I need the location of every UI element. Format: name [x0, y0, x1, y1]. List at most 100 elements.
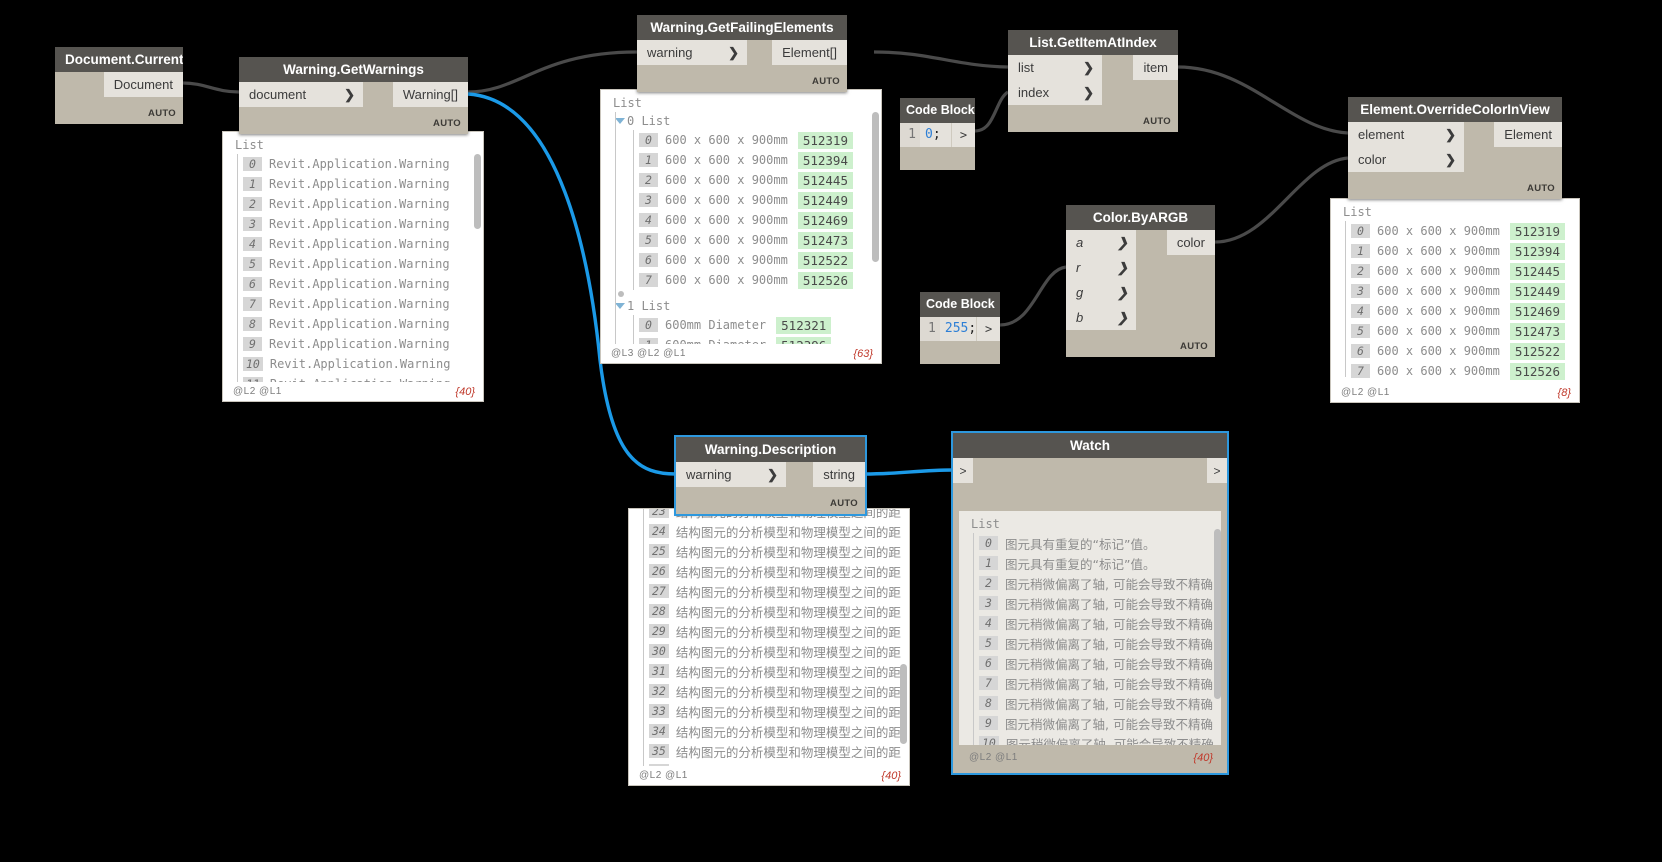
preview-tree: 0 List 0 600 x 600 x 900mm 512319 1 600 x 600… — [613, 112, 881, 344]
input-port-g[interactable]: g ❯ — [1066, 280, 1136, 305]
output-port-string[interactable]: string — [813, 462, 865, 487]
port-row: warning ❯ string — [676, 462, 865, 487]
node-color-byargb[interactable]: Color.ByARGB a ❯ color r ❯ g ❯ b ❯ AUTO — [1066, 205, 1215, 357]
input-port-element[interactable]: element ❯ — [1348, 122, 1464, 147]
watch-preview-panel[interactable]: List 0 图元具有重复的“标记”值。 1 图元具有重复的“标记”值。 2 图元稍微偏离… — [959, 511, 1221, 745]
wire-getwarnings-to-getfailingelements — [467, 50, 638, 94]
preview-scrollbar[interactable] — [1214, 529, 1221, 699]
element-id-badge: 512396 — [776, 336, 832, 344]
output-port-element[interactable]: Element — [1494, 122, 1562, 147]
node-code-block-index[interactable]: Code Block 1 0; > — [900, 98, 975, 170]
port-row: document ❯ Warning[] — [239, 82, 468, 107]
output-port-document[interactable]: Document — [103, 72, 183, 97]
node-list-getitematindex[interactable]: List.GetItemAtIndex list ❯ item index ❯ … — [1008, 30, 1178, 132]
node-warning-getwarnings[interactable]: Warning.GetWarnings document ❯ Warning[]… — [239, 57, 468, 134]
list-item-value: 图元稍微偏离了轴, 可能会导致不精确 — [1005, 656, 1213, 672]
node-title: Color.ByARGB — [1066, 205, 1215, 230]
list-item: 8 Revit.Application.Warning — [243, 314, 483, 334]
input-port-b[interactable]: b ❯ — [1066, 305, 1136, 330]
preview-scroll-area[interactable]: 23 结构图元的分析模型和物理模型之间的距 24 结构图元的分析模型和物理模型之间的距… — [629, 509, 909, 766]
preview-scroll-area[interactable]: List 0 600 x 600 x 900mm 512319 1 600 x 600 … — [1331, 199, 1579, 383]
list-item: 2 Revit.Application.Warning — [243, 194, 483, 214]
preview-scroll-area[interactable]: List 0 List 0 600 x 600 x 900mm 512319 1 600 … — [601, 90, 881, 344]
input-port-list[interactable]: list ❯ — [1008, 55, 1102, 80]
list-item-index: 2 — [639, 173, 658, 187]
input-port-color[interactable]: color ❯ — [1348, 147, 1464, 172]
chevron-down-icon[interactable] — [615, 118, 625, 124]
input-port-r[interactable]: r ❯ — [1066, 255, 1136, 280]
input-port-index[interactable]: index ❯ — [1008, 80, 1102, 105]
input-port-document[interactable]: document ❯ — [239, 82, 363, 107]
input-port-warning[interactable]: warning ❯ — [676, 462, 786, 487]
output-port-marker[interactable]: > — [976, 317, 1000, 341]
node-title: Watch — [953, 433, 1227, 458]
list-item-value: 结构图元的分析模型和物理模型之间的距 — [675, 724, 901, 740]
output-port-element-array[interactable]: Element[] — [772, 40, 847, 65]
input-port-a[interactable]: a ❯ — [1066, 230, 1136, 255]
dynamo-canvas[interactable]: Document.Current Document AUTO Warning.G… — [0, 0, 1662, 862]
output-port-marker[interactable]: > — [1207, 458, 1227, 483]
preview-scroll-area[interactable]: List 0 图元具有重复的“标记”值。 1 图元具有重复的“标记”值。 2 图元稍微偏离… — [959, 511, 1221, 745]
wire-codeblock255-to-r — [999, 265, 1067, 327]
output-port-marker[interactable]: > — [951, 123, 975, 147]
preview-warnings-list[interactable]: List 0 Revit.Application.Warning 1 Revit.Ap… — [222, 131, 484, 402]
output-port-color[interactable]: color — [1166, 230, 1215, 255]
list-item: 1 600 x 600 x 900mm 512394 — [639, 150, 881, 170]
node-element-overridecolorinview[interactable]: Element.OverrideColorInView element ❯ El… — [1348, 97, 1562, 199]
node-watch[interactable]: Watch > > List 0 图元具有重复的“标记”值。 1 图元具有重复的“标记… — [951, 431, 1229, 775]
list-group-header[interactable]: 0 List — [615, 112, 881, 130]
list-item: 3 600 x 600 x 900mm 512449 — [639, 190, 881, 210]
list-item-index: 9 — [243, 337, 262, 351]
list-item-index: 2 — [979, 576, 998, 590]
code-text[interactable]: 255; — [939, 317, 977, 341]
code-editor[interactable]: 1 255; > — [920, 317, 1000, 341]
node-warning-getfailingelements[interactable]: Warning.GetFailingElements warning ❯ Ele… — [637, 15, 847, 92]
element-id-badge: 512319 — [1509, 222, 1565, 240]
preview-failing-elements[interactable]: List 0 List 0 600 x 600 x 900mm 512319 1 600 … — [600, 89, 882, 364]
port-row: element ❯ Element — [1348, 122, 1562, 147]
chevron-down-icon[interactable] — [615, 303, 625, 309]
node-title: Warning.Description — [676, 437, 865, 462]
element-id-badge: 512473 — [1509, 322, 1565, 340]
list-item-value: 600 x 600 x 900mm — [1377, 224, 1500, 238]
preview-footer: @L3 @L2 @L1 {63} — [601, 344, 881, 363]
list-item-index: 3 — [243, 217, 262, 231]
node-footer-auto: AUTO — [830, 498, 858, 509]
preview-scrollbar[interactable] — [900, 664, 907, 744]
preview-override-result[interactable]: List 0 600 x 600 x 900mm 512319 1 600 x 600 … — [1330, 198, 1580, 403]
preview-scrollbar[interactable] — [474, 154, 481, 229]
node-code-block-color[interactable]: Code Block 1 255; > — [920, 292, 1000, 364]
port-row: b ❯ — [1066, 305, 1215, 330]
input-port-warning[interactable]: warning ❯ — [637, 40, 747, 65]
port-label: warning — [647, 45, 693, 60]
chevron-right-icon: ❯ — [344, 86, 355, 102]
list-item-value: 图元稍微偏离了轴, 可能会导致不精确 — [1005, 596, 1213, 612]
preview-description-list[interactable]: 23 结构图元的分析模型和物理模型之间的距 24 结构图元的分析模型和物理模型之间的距… — [628, 508, 910, 786]
code-value: 255 — [944, 321, 969, 336]
list-item-index: 6 — [639, 253, 658, 267]
list-item-index: 3 — [1351, 284, 1370, 298]
list-item: 9 Revit.Application.Warning — [243, 334, 483, 354]
list-item-index: 10 — [243, 357, 263, 371]
code-editor[interactable]: 1 0; > — [900, 123, 975, 147]
list-item-value: Revit.Application.Warning — [269, 257, 450, 271]
list-item-value: 结构图元的分析模型和物理模型之间的距 — [675, 544, 901, 560]
output-port-warning-array[interactable]: Warning[] — [392, 82, 468, 107]
list-item-index: 23 — [649, 509, 669, 518]
list-item: 6 Revit.Application.Warning — [243, 274, 483, 294]
node-warning-description[interactable]: Warning.Description warning ❯ string AUT… — [674, 435, 867, 516]
list-item-value: 600 x 600 x 900mm — [665, 133, 788, 147]
list-item-index: 24 — [649, 524, 669, 538]
preview-scrollbar[interactable] — [872, 112, 879, 262]
input-port-marker[interactable]: > — [953, 458, 973, 483]
list-item-value: 600 x 600 x 900mm — [1377, 244, 1500, 258]
code-text[interactable]: 0; — [920, 123, 951, 147]
wire-document-to-getwarnings — [182, 81, 240, 94]
node-title: List.GetItemAtIndex — [1008, 30, 1178, 55]
preview-scroll-area[interactable]: List 0 Revit.Application.Warning 1 Revit.Ap… — [223, 132, 483, 382]
list-item-value: 结构图元的分析模型和物理模型之间的距 — [675, 684, 901, 700]
output-port-item[interactable]: item — [1133, 55, 1178, 80]
list-group-header[interactable]: 1 List — [615, 297, 881, 315]
preview-count: {40} — [455, 385, 475, 398]
node-document-current[interactable]: Document.Current Document AUTO — [55, 47, 183, 124]
